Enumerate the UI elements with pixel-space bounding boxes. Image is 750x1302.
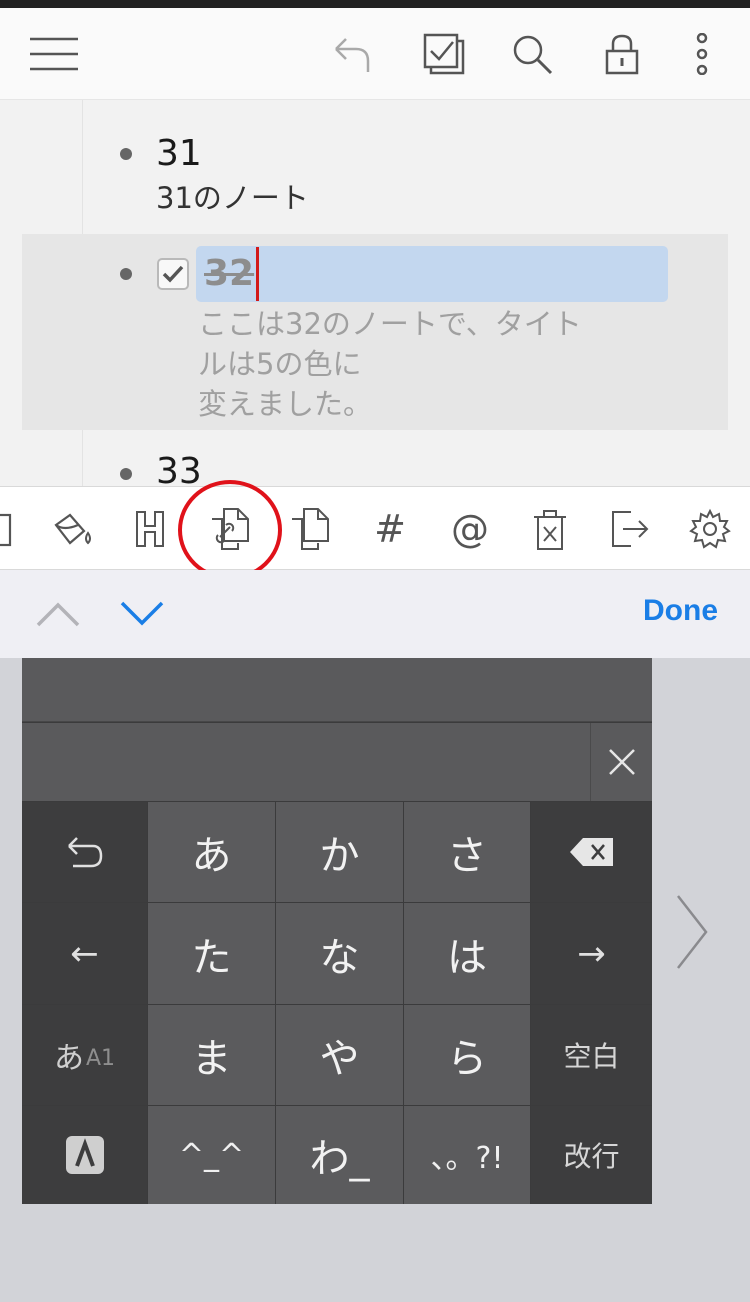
kana-key[interactable]: ま <box>148 1005 275 1105</box>
kana-key[interactable]: や <box>276 1005 403 1105</box>
item-checkbox[interactable] <box>157 258 189 290</box>
chevron-down-icon <box>120 601 164 626</box>
hashtag-icon[interactable]: # <box>364 503 416 555</box>
item-note[interactable]: ここは32のノートで、タイト ルは5の色に 変えました。 <box>198 304 582 424</box>
close-candidates-button[interactable] <box>590 723 652 801</box>
settings-icon[interactable] <box>684 503 736 555</box>
copy-icon[interactable] <box>284 503 336 555</box>
mention-icon[interactable]: @ <box>444 503 496 555</box>
kana-key[interactable]: さ <box>404 802 530 902</box>
top-toolbar <box>0 8 750 100</box>
kana-key[interactable]: は <box>404 903 530 1004</box>
keyboard-logo-icon <box>65 1136 104 1174</box>
title-selection-highlight <box>196 246 668 302</box>
search-icon[interactable] <box>508 30 556 78</box>
checkbox-icon[interactable] <box>420 30 468 78</box>
backspace-key[interactable] <box>531 802 652 902</box>
item-note[interactable]: 31のノート <box>156 178 309 218</box>
undo-icon <box>67 837 102 868</box>
next-field-button[interactable] <box>118 590 166 638</box>
space-key[interactable]: 空白 <box>531 1005 652 1105</box>
mode-kana-label: あ <box>53 1041 84 1076</box>
export-icon[interactable] <box>604 503 656 555</box>
item-title[interactable]: 33 <box>156 450 202 486</box>
keyboard-area: あ か さ ← た な は → あ A1 ま や ら 空白 ^_^ わ_ 、。?!… <box>0 658 750 1302</box>
backspace-icon <box>569 838 613 866</box>
kana-key[interactable]: か <box>276 802 403 902</box>
right-arrow-key[interactable]: → <box>531 903 652 1004</box>
lock-icon[interactable] <box>598 30 646 78</box>
highlight-ring-annotation <box>178 480 282 580</box>
close-icon <box>608 749 635 775</box>
delete-icon[interactable] <box>524 503 576 555</box>
mode-alpha-label: A1 <box>85 1045 116 1071</box>
panel-icon[interactable] <box>0 503 18 555</box>
done-button[interactable]: Done <box>643 594 718 628</box>
item-bullet[interactable] <box>120 148 132 160</box>
menu-icon[interactable] <box>30 30 78 78</box>
japanese-flick-keyboard: あ か さ ← た な は → あ A1 ま や ら 空白 ^_^ わ_ 、。?!… <box>22 658 652 1204</box>
kana-key[interactable]: な <box>276 903 403 1004</box>
return-key[interactable]: 改行 <box>531 1106 652 1204</box>
punctuation-key[interactable]: 、。?! <box>404 1106 530 1204</box>
editing-tool-row: # @ <box>0 486 750 570</box>
chevron-up-icon <box>36 602 80 627</box>
right-arrow-glyph: → <box>577 933 606 974</box>
keyboard-accessory-bar: Done <box>0 570 750 658</box>
previous-field-button[interactable] <box>34 590 82 638</box>
undo-key[interactable] <box>22 802 147 902</box>
kana-key[interactable]: あ <box>148 802 275 902</box>
text-caret <box>256 247 259 301</box>
paint-bucket-icon[interactable] <box>46 503 98 555</box>
hashtag-glyph: # <box>374 507 406 551</box>
keyboard-switch-key[interactable] <box>22 1106 147 1204</box>
kana-key[interactable]: ら <box>404 1005 530 1105</box>
left-arrow-key[interactable]: ← <box>22 903 147 1004</box>
item-title-editing[interactable]: 32 <box>204 250 254 298</box>
chevron-right-icon[interactable] <box>674 894 710 970</box>
kana-key[interactable]: た <box>148 903 275 1004</box>
item-title[interactable]: 31 <box>156 132 202 176</box>
candidate-bar <box>22 658 652 722</box>
input-mode-key[interactable]: あ A1 <box>22 1005 147 1105</box>
checkmark-icon <box>162 265 184 283</box>
status-bar-strip <box>0 0 750 8</box>
kana-key[interactable]: わ_ <box>276 1106 403 1204</box>
item-bullet[interactable] <box>120 468 132 480</box>
more-vertical-icon[interactable] <box>678 30 726 78</box>
undo-icon[interactable] <box>328 30 376 78</box>
item-bullet[interactable] <box>120 268 132 280</box>
candidate-bar-lower <box>22 723 652 801</box>
left-arrow-glyph: ← <box>70 933 99 974</box>
emoticon-key[interactable]: ^_^ <box>148 1106 275 1204</box>
outline-list: 31 31のノート 32 ここは32のノートで、タイト ルは5の色に 変えました… <box>0 100 750 486</box>
heading-icon[interactable] <box>124 503 176 555</box>
at-glyph: @ <box>451 507 489 551</box>
